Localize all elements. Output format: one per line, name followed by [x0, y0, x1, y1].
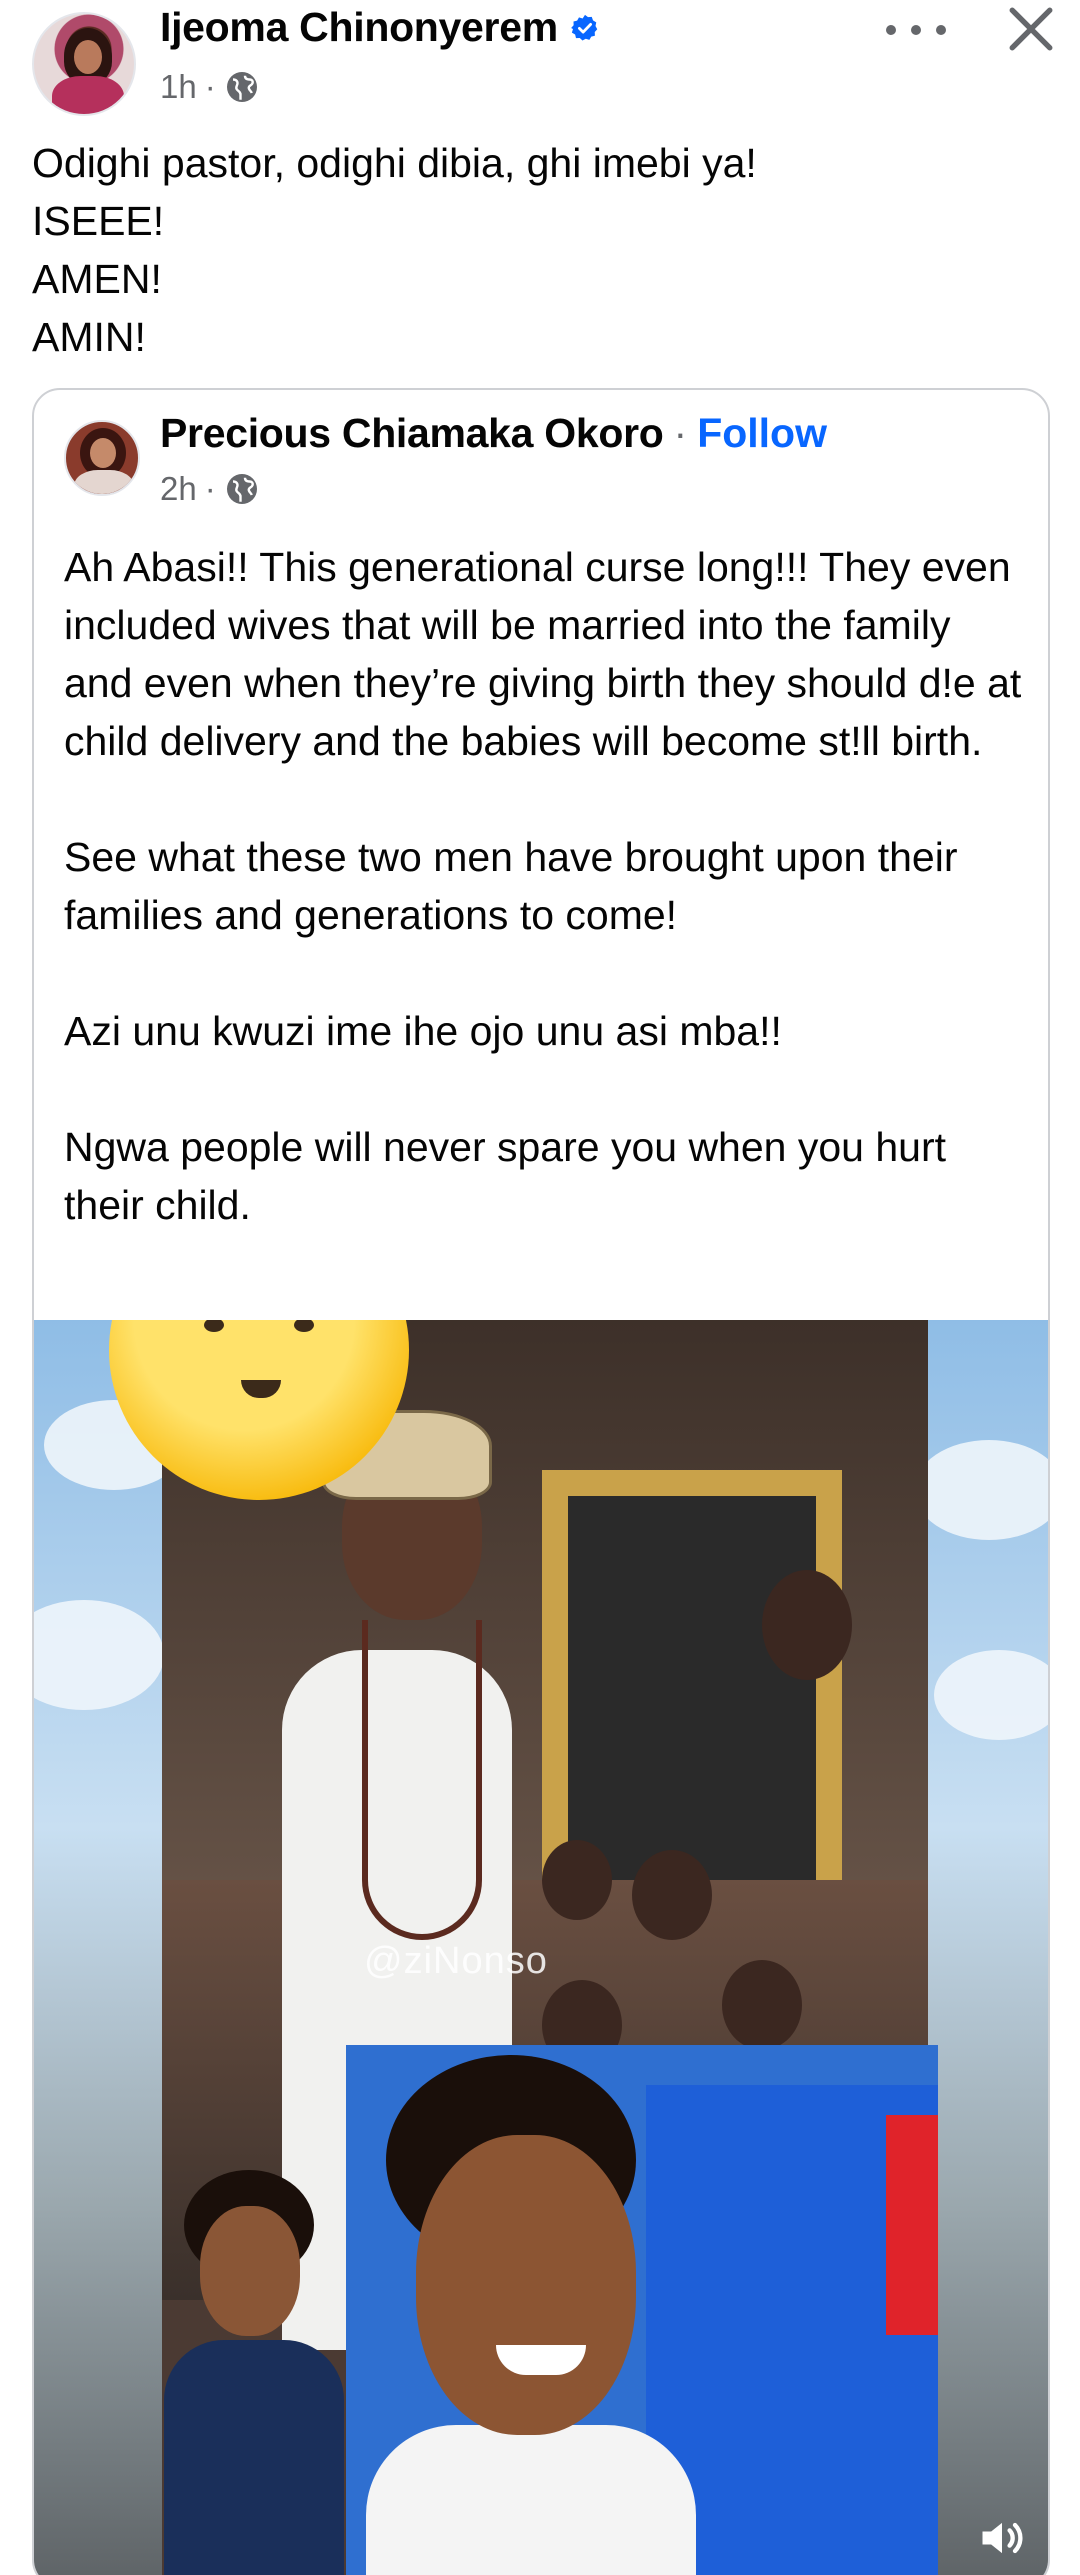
close-icon[interactable] [1006, 4, 1056, 54]
video-figure-left [164, 2170, 344, 2575]
shared-post-time[interactable]: 2h [160, 470, 197, 508]
shared-author-avatar[interactable] [64, 420, 140, 496]
sound-on-icon[interactable] [976, 2512, 1028, 2564]
shared-paragraph: Azi unu kwuzi ime ihe ojo unu asi mba!! [64, 1008, 782, 1054]
shared-post-text: Ah Abasi!! This generational curse long!… [64, 538, 1024, 1234]
author-row: Ijeoma Chinonyerem [160, 4, 600, 51]
video-inset-photo [346, 2045, 938, 2575]
post-line: Odighi pastor, odighi dibia, ghi imebi y… [32, 140, 757, 186]
shared-author-row: Precious Chiamaka Okoro · Follow [160, 410, 827, 457]
meta-separator: · [204, 470, 216, 507]
post-text: Odighi pastor, odighi dibia, ghi imebi y… [32, 134, 1042, 366]
shared-author-name[interactable]: Precious Chiamaka Okoro [160, 410, 664, 457]
video-player[interactable]: @ziNonso [34, 1320, 1048, 2575]
shared-post-meta: 2h · [160, 470, 260, 508]
meta-separator: · [204, 68, 216, 105]
post-meta: 1h · [160, 68, 260, 106]
globe-icon [226, 72, 257, 102]
post-time[interactable]: 1h [160, 68, 197, 106]
post-line: AMIN! [32, 314, 146, 360]
shared-paragraph: Ah Abasi!! This generational curse long!… [64, 544, 1022, 764]
shared-paragraph: Ngwa people will never spare you when yo… [64, 1124, 947, 1228]
follow-separator: · [673, 410, 688, 456]
more-options-icon[interactable] [886, 20, 946, 40]
author-name[interactable]: Ijeoma Chinonyerem [160, 4, 558, 51]
globe-icon [226, 474, 257, 504]
video-watermark: @ziNonso [364, 1940, 548, 1982]
shared-post-card[interactable]: Precious Chiamaka Okoro · Follow 2h · Ah… [32, 388, 1050, 2575]
author-avatar[interactable] [32, 12, 136, 116]
verified-badge-icon [571, 14, 598, 40]
post-line: AMEN! [32, 256, 162, 302]
follow-button[interactable]: Follow [697, 410, 827, 457]
post-line: ISEEE! [32, 198, 165, 244]
post-header: Ijeoma Chinonyerem 1h · [0, 0, 1080, 130]
shared-paragraph: See what these two men have brought upon… [64, 834, 958, 938]
